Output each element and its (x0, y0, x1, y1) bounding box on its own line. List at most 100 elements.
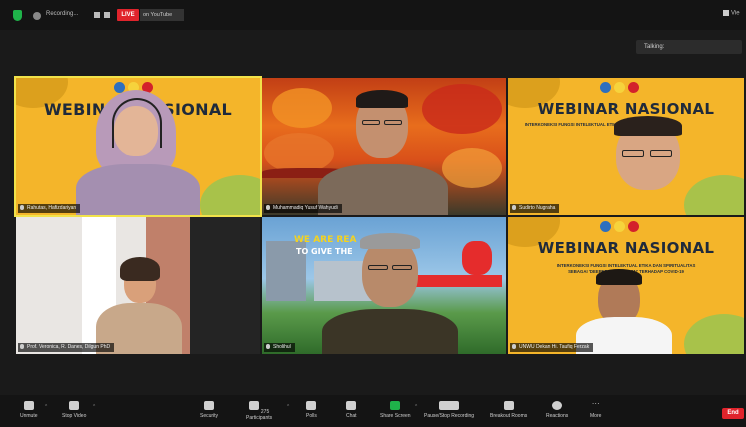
participant-hair (614, 116, 682, 136)
participant-name-tag: Rahutas, Hafizdariyan (18, 204, 81, 213)
logo-icon (614, 221, 625, 232)
chat-icon (346, 401, 357, 410)
more-dots-icon: ··· (591, 399, 600, 408)
mic-icon (512, 344, 516, 350)
foliage (422, 84, 502, 134)
emblem-icon (462, 241, 492, 275)
participant-hair (360, 233, 420, 249)
banner-decoration (684, 314, 744, 354)
participant-name: Rahutas, Hafizdariyan (27, 205, 77, 211)
reactions-button[interactable]: Reactions (546, 401, 568, 419)
video-tile-1[interactable]: WEBINAR NASIONAL Rahutas, Hafizdariyan (14, 76, 262, 217)
red-banner (412, 275, 502, 287)
more-button[interactable]: ··· More (590, 399, 602, 420)
video-tile-6[interactable]: WEBINAR NASIONAL INTERKONEKSI FUNGSI INT… (508, 217, 744, 354)
glasses (384, 120, 402, 125)
polls-label: Polls (306, 413, 317, 419)
participant-body (322, 309, 458, 354)
dark-background (190, 217, 260, 354)
participant-name-tag: Muhammadiq Yusuf Wahyudi (264, 204, 342, 213)
participants-icon (248, 401, 259, 410)
view-button[interactable]: Vie (723, 10, 740, 17)
mic-icon (512, 205, 516, 211)
end-meeting-button[interactable]: End (722, 408, 744, 419)
chevron-up-icon[interactable]: ⌃ (44, 404, 48, 410)
video-camera-icon (69, 401, 80, 410)
polls-button[interactable]: Polls (306, 401, 317, 419)
mic-icon (20, 344, 24, 350)
reactions-icon (552, 401, 563, 410)
chevron-up-icon[interactable]: ⌃ (286, 404, 290, 410)
participant-hair (356, 90, 408, 108)
mic-icon (266, 205, 270, 211)
participants-label: Participants (246, 415, 273, 421)
glasses (392, 265, 412, 270)
logo-icon (600, 82, 611, 93)
mic-icon (20, 205, 24, 211)
logo-icon (614, 82, 625, 93)
banner-title: WEBINAR NASIONAL (537, 239, 715, 257)
headset-icon (112, 98, 162, 148)
participant-name-tag: Sholihul (264, 343, 295, 352)
logo-icon (600, 221, 611, 232)
meeting-top-bar: Recording... LIVE on YouTube Vie (0, 0, 746, 30)
glasses (368, 265, 388, 270)
security-label: Security (200, 413, 219, 419)
breakout-rooms-icon (503, 401, 514, 410)
foliage (264, 133, 334, 173)
security-shield-icon[interactable] (13, 10, 22, 21)
logo-icon (628, 221, 639, 232)
live-destination-dropdown[interactable]: on YouTube (140, 9, 184, 21)
stop-recording-icon[interactable] (104, 12, 110, 18)
video-tile-3[interactable]: WEBINAR NASIONAL INTERKONEKSI FUNGSI INT… (508, 78, 744, 215)
participant-name: Prof. Veronica, R. Danes, Dilgun PhD (27, 344, 111, 350)
polls-icon (306, 401, 317, 410)
more-label: More (590, 413, 602, 419)
stop-video-button[interactable]: Stop Video (62, 401, 86, 419)
participant-name: Muhammadiq Yusuf Wahyudi (273, 205, 338, 211)
shield-icon (204, 401, 215, 410)
glasses (650, 150, 672, 157)
banner-title: WEBINAR NASIONAL (537, 100, 715, 118)
pause-stop-recording-button[interactable]: Pause/Stop Recording (424, 401, 474, 419)
glasses (622, 150, 644, 157)
banner-decoration (200, 175, 260, 215)
banner-subtitle: INTERKONEKSI FUNGSI INTELEKTUAL ETIKA DA… (556, 263, 696, 268)
chat-label: Chat (346, 413, 357, 419)
recording-icon (33, 12, 41, 20)
participant-name-tag: Prof. Veronica, R. Danes, Dilgun PhD (18, 343, 115, 352)
meeting-toolbar: Unmute ⌃ Stop Video ⌃ Security 275 Partic… (0, 395, 746, 427)
recording-status: Recording... (46, 11, 79, 17)
mic-icon (266, 344, 270, 350)
participant-name: Sudirto Nugraha (519, 205, 556, 211)
participant-hair (596, 269, 642, 285)
chevron-up-icon[interactable]: ⌃ (92, 404, 96, 410)
participants-button[interactable]: 275 Participants (246, 401, 272, 421)
pause-recording-icon[interactable] (94, 12, 100, 18)
participant-name-tag: UNWU Dekan Hi. Taufiq Ferzak (510, 343, 594, 352)
foliage (442, 148, 502, 188)
reactions-label: Reactions (546, 413, 569, 419)
breakout-rooms-button[interactable]: Breakout Rooms (490, 401, 527, 419)
slide-text: TO GIVE THE (296, 247, 353, 256)
slide-text: WE ARE REA (294, 235, 357, 245)
unmute-button[interactable]: Unmute (20, 401, 38, 419)
banner-decoration (684, 175, 744, 215)
participant-hair (120, 257, 160, 281)
chevron-up-icon[interactable]: ⌃ (414, 404, 418, 410)
share-screen-icon (390, 401, 401, 410)
share-screen-label: Share Screen (380, 413, 411, 419)
security-button[interactable]: Security (200, 401, 218, 419)
microphone-muted-icon (23, 401, 34, 410)
live-badge: LIVE (117, 9, 139, 21)
pause-recording-label: Pause/Stop Recording (424, 413, 475, 419)
participant-body (76, 164, 200, 215)
talking-indicator: Talking: (636, 40, 742, 54)
video-tile-4[interactable]: Prof. Veronica, R. Danes, Dilgun PhD (16, 217, 260, 354)
logo-icon (628, 82, 639, 93)
video-tile-5[interactable]: WE ARE REA TO GIVE THE Sholihul (262, 217, 506, 354)
share-screen-button[interactable]: Share Screen (380, 401, 411, 419)
chat-button[interactable]: Chat (346, 401, 357, 419)
glasses (362, 120, 380, 125)
video-tile-2[interactable]: Muhammadiq Yusuf Wahyudi (262, 78, 506, 215)
